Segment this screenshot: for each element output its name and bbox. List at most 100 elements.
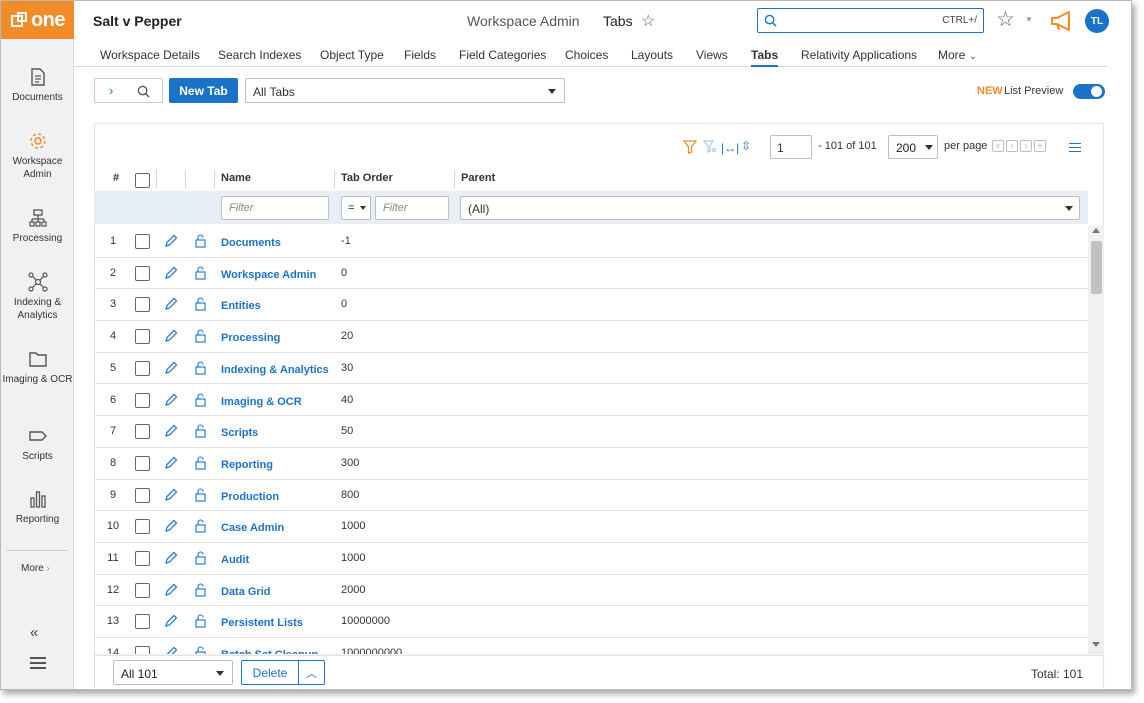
scrollbar-thumb[interactable]	[1091, 241, 1102, 294]
table-row[interactable]: 14 Batch Set Cleanup 1000000000	[95, 638, 1088, 654]
unlock-icon[interactable]	[194, 424, 207, 438]
row-checkbox[interactable]	[135, 297, 150, 313]
search-icon[interactable]	[137, 85, 150, 98]
row-checkbox[interactable]	[135, 614, 150, 630]
table-row[interactable]: 9 Production 800	[95, 480, 1088, 512]
edit-pencil-icon[interactable]	[164, 488, 178, 502]
table-row[interactable]: 4 Processing 20	[95, 321, 1088, 353]
row-checkbox[interactable]	[135, 234, 150, 249]
sidebar-item-processing[interactable]: Processing	[1, 208, 74, 245]
tab-name-link[interactable]: Data Grid	[221, 586, 271, 598]
unlock-icon[interactable]	[194, 329, 207, 343]
clear-filter-icon[interactable]	[703, 140, 717, 154]
edit-pencil-icon[interactable]	[164, 393, 178, 407]
tab-name-link[interactable]: Entities	[221, 300, 261, 312]
unlock-icon[interactable]	[194, 234, 207, 248]
tab-name-link[interactable]: Batch Set Cleanup	[221, 649, 318, 654]
table-row[interactable]: 3 Entities 0	[95, 289, 1088, 322]
tab-object-type[interactable]: Object Type	[320, 48, 384, 62]
tab-views[interactable]: Views	[696, 48, 728, 62]
table-row[interactable]: 10 Case Admin 1000	[95, 511, 1088, 543]
page-number-input[interactable]: 1	[770, 135, 812, 159]
tab-name-link[interactable]: Scripts	[221, 427, 258, 439]
next-page-icon[interactable]: ›	[1020, 140, 1032, 152]
scroll-up-icon[interactable]	[1092, 228, 1100, 233]
tab-order-filter-input[interactable]: Filter	[375, 196, 449, 220]
sidebar-item-workspace-admin[interactable]: Workspace Admin	[1, 131, 74, 181]
edit-pencil-icon[interactable]	[164, 646, 178, 654]
table-row[interactable]: 2 Workspace Admin 0	[95, 258, 1088, 290]
row-checkbox[interactable]	[135, 329, 150, 345]
list-preview-toggle[interactable]	[1073, 84, 1105, 99]
unlock-icon[interactable]	[194, 361, 207, 375]
table-row[interactable]: 11 Audit 1000	[95, 543, 1088, 575]
unlock-icon[interactable]	[194, 646, 207, 654]
sidebar-item-scripts[interactable]: Scripts	[1, 426, 74, 463]
first-page-icon[interactable]: «	[992, 140, 1004, 152]
new-tab-button[interactable]: New Tab	[169, 78, 238, 103]
parent-filter-select[interactable]: (All)	[460, 196, 1080, 220]
unlock-icon[interactable]	[194, 519, 207, 533]
unlock-icon[interactable]	[194, 392, 207, 407]
tab-choices[interactable]: Choices	[565, 48, 608, 62]
row-checkbox[interactable]	[135, 487, 150, 503]
sidebar-more[interactable]: More ›	[21, 563, 50, 574]
unlock-icon[interactable]	[194, 297, 207, 311]
favorite-star-icon[interactable]: ☆	[641, 11, 655, 31]
edit-pencil-icon[interactable]	[164, 234, 178, 248]
tab-name-link[interactable]: Processing	[221, 332, 280, 344]
tab-more[interactable]: More ⌄	[938, 48, 977, 62]
unlock-icon[interactable]	[194, 266, 207, 280]
tab-name-link[interactable]: Documents	[221, 237, 281, 249]
row-checkbox[interactable]	[135, 360, 150, 376]
tab-name-link[interactable]: Case Admin	[221, 522, 284, 534]
row-checkbox[interactable]	[135, 265, 150, 281]
edit-pencil-icon[interactable]	[164, 361, 178, 375]
scroll-down-icon[interactable]	[1092, 642, 1100, 647]
selection-scope-select[interactable]: All 101	[113, 660, 233, 685]
megaphone-icon[interactable]	[1050, 10, 1076, 32]
tab-fields[interactable]: Fields	[404, 48, 436, 62]
delete-button[interactable]: Delete	[241, 660, 299, 685]
expand-panel-icon[interactable]: ›	[109, 83, 113, 98]
edit-pencil-icon[interactable]	[164, 329, 178, 343]
unlock-icon[interactable]	[194, 551, 207, 565]
row-checkbox[interactable]	[135, 646, 150, 654]
table-row[interactable]: 12 Data Grid 2000	[95, 575, 1088, 607]
edit-pencil-icon[interactable]	[164, 551, 178, 565]
row-checkbox[interactable]	[135, 519, 150, 535]
collapse-sidebar-icon[interactable]: «	[30, 624, 38, 641]
unlock-icon[interactable]	[194, 614, 207, 628]
tab-name-link[interactable]: Production	[221, 491, 279, 503]
table-row[interactable]: 7 Scripts 50	[95, 416, 1088, 448]
operator-select[interactable]: =	[341, 196, 371, 220]
breadcrumb-section[interactable]: Workspace Admin	[467, 13, 580, 29]
page-size-select[interactable]: 200	[888, 135, 938, 159]
fit-columns-icon[interactable]: |↔|	[721, 141, 739, 155]
edit-pencil-icon[interactable]	[164, 266, 178, 280]
table-row[interactable]: 5 Indexing & Analytics 30	[95, 353, 1088, 385]
filter-icon[interactable]	[683, 140, 697, 154]
view-select[interactable]: All Tabs	[245, 78, 565, 103]
tab-field-categories[interactable]: Field Categories	[459, 48, 546, 62]
favorites-star-icon[interactable]: ☆	[996, 7, 1015, 32]
tab-name-link[interactable]: Reporting	[221, 459, 273, 471]
unlock-icon[interactable]	[194, 456, 207, 470]
expand-rows-icon[interactable]: ⇳	[741, 139, 751, 153]
tab-name-link[interactable]: Persistent Lists	[221, 617, 303, 629]
edit-pencil-icon[interactable]	[164, 424, 178, 438]
row-checkbox[interactable]	[135, 582, 150, 598]
edit-pencil-icon[interactable]	[164, 519, 178, 533]
column-header-parent[interactable]: Parent	[461, 172, 495, 184]
tab-workspace-details[interactable]: Workspace Details	[100, 48, 200, 62]
grid-menu-icon[interactable]	[1069, 143, 1081, 152]
tab-name-link[interactable]: Audit	[221, 554, 249, 566]
unlock-icon[interactable]	[194, 488, 207, 502]
sidebar-item-imaging[interactable]: Imaging & OCR	[1, 349, 74, 386]
table-row[interactable]: 8 Reporting 300	[95, 448, 1088, 480]
row-checkbox[interactable]	[135, 424, 150, 440]
sidebar-item-reporting[interactable]: Reporting	[1, 489, 74, 526]
logo[interactable]: one	[1, 1, 74, 39]
table-row[interactable]: 1 Documents -1	[95, 226, 1088, 258]
row-checkbox[interactable]	[135, 551, 150, 566]
